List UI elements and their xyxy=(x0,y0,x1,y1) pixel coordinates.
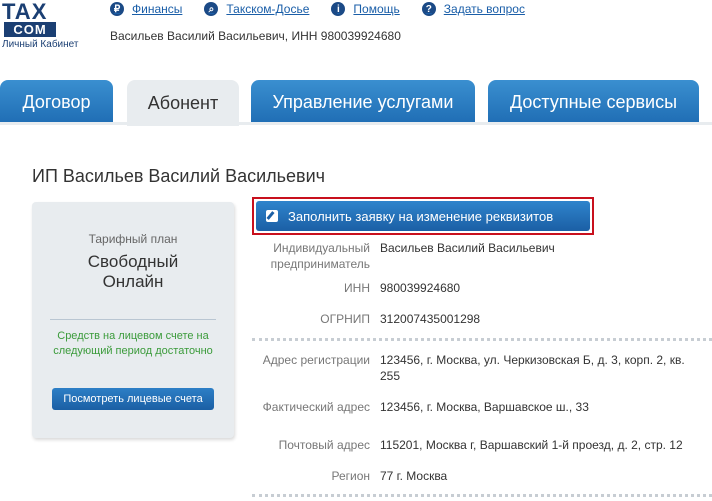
tab-service-management[interactable]: Управление услугами xyxy=(251,80,475,124)
user-inn-value: 980039924680 xyxy=(320,29,401,43)
detail-key: Почтовый адрес xyxy=(278,438,370,452)
tariff-plan-name-line2: Онлайн xyxy=(102,272,164,291)
top-nav: ₽ Финансы ⌕ Такском-Досье i Помощь ? Зад… xyxy=(110,2,547,16)
main-tabs: Договор Абонент Управление услугами Дост… xyxy=(0,80,712,126)
detail-key: ИНН xyxy=(344,281,370,295)
user-info: Васильев Василий Васильевич, ИНН 9800399… xyxy=(110,29,401,43)
detail-value: 123456, г. Москва, Варшавское ш., 33 xyxy=(380,400,589,414)
detail-key: Адрес регистрации xyxy=(262,353,370,367)
detail-key: ОГРНИП xyxy=(320,312,370,326)
nav-dossier-label: Такском-Досье xyxy=(226,2,310,16)
page-title: ИП Васильев Василий Васильевич xyxy=(32,166,326,186)
tariff-plan-name: Свободный Онлайн xyxy=(32,252,234,292)
tab-available-services[interactable]: Доступные сервисы xyxy=(488,80,699,124)
logo-subtitle: Личный Кабинет xyxy=(2,39,79,50)
tab-subscriber[interactable]: Абонент xyxy=(127,80,239,126)
detail-value: 980039924680 xyxy=(380,281,461,295)
tab-contract[interactable]: Договор xyxy=(0,80,113,124)
question-icon: ? xyxy=(421,2,436,16)
nav-finances[interactable]: ₽ Финансы xyxy=(110,2,182,16)
nav-ask-question-label: Задать вопрос xyxy=(443,2,525,16)
tab-divider xyxy=(0,122,712,125)
nav-dossier[interactable]: ⌕ Такском-Досье xyxy=(204,2,309,16)
nav-help[interactable]: i Помощь xyxy=(331,2,400,16)
change-details-request-button[interactable]: Заполнить заявку на изменение реквизитов xyxy=(256,201,590,231)
ruble-icon: ₽ xyxy=(110,2,124,16)
change-details-request-label: Заполнить заявку на изменение реквизитов xyxy=(288,208,554,224)
nav-finances-label: Финансы xyxy=(132,2,183,16)
detail-value: 77 г. Москва xyxy=(380,469,448,483)
tariff-plan-name-line1: Свободный xyxy=(87,252,179,271)
view-accounts-button[interactable]: Посмотреть лицевые счета xyxy=(52,388,214,410)
info-icon: i xyxy=(331,2,346,16)
user-name: Васильев Василий Васильевич, xyxy=(110,29,289,43)
detail-key: Регион xyxy=(331,469,370,483)
section-divider xyxy=(252,494,712,497)
detail-value: 123456, г. Москва, ул. Черкизовская Б, д… xyxy=(380,353,685,383)
plan-divider xyxy=(50,319,216,320)
logo-tax: TAX xyxy=(2,0,48,24)
tariff-plan-card: Тарифный план Свободный Онлайн Средств н… xyxy=(32,202,234,438)
edit-icon xyxy=(266,210,278,222)
user-inn-label: ИНН xyxy=(291,29,318,43)
detail-key: Индивидуальный предприниматель xyxy=(270,241,370,271)
balance-status-note: Средств на лицевом счете на следующий пе… xyxy=(53,330,213,357)
section-divider xyxy=(252,338,712,341)
nav-ask-question[interactable]: ? Задать вопрос xyxy=(421,2,525,16)
detail-value: 115201, Москва г, Варшавский 1-й проезд,… xyxy=(380,438,683,452)
tariff-plan-label: Тарифный план xyxy=(88,232,178,246)
nav-help-label: Помощь xyxy=(353,2,400,16)
logo-com: COM xyxy=(4,22,56,37)
taxcom-logo[interactable]: TAX COM Личный Кабинет xyxy=(2,0,84,51)
detail-key: Фактический адрес xyxy=(262,400,370,414)
detail-value: Васильев Василий Васильевич xyxy=(380,241,555,255)
search-icon: ⌕ xyxy=(204,2,219,16)
detail-value: 312007435001298 xyxy=(380,312,481,326)
